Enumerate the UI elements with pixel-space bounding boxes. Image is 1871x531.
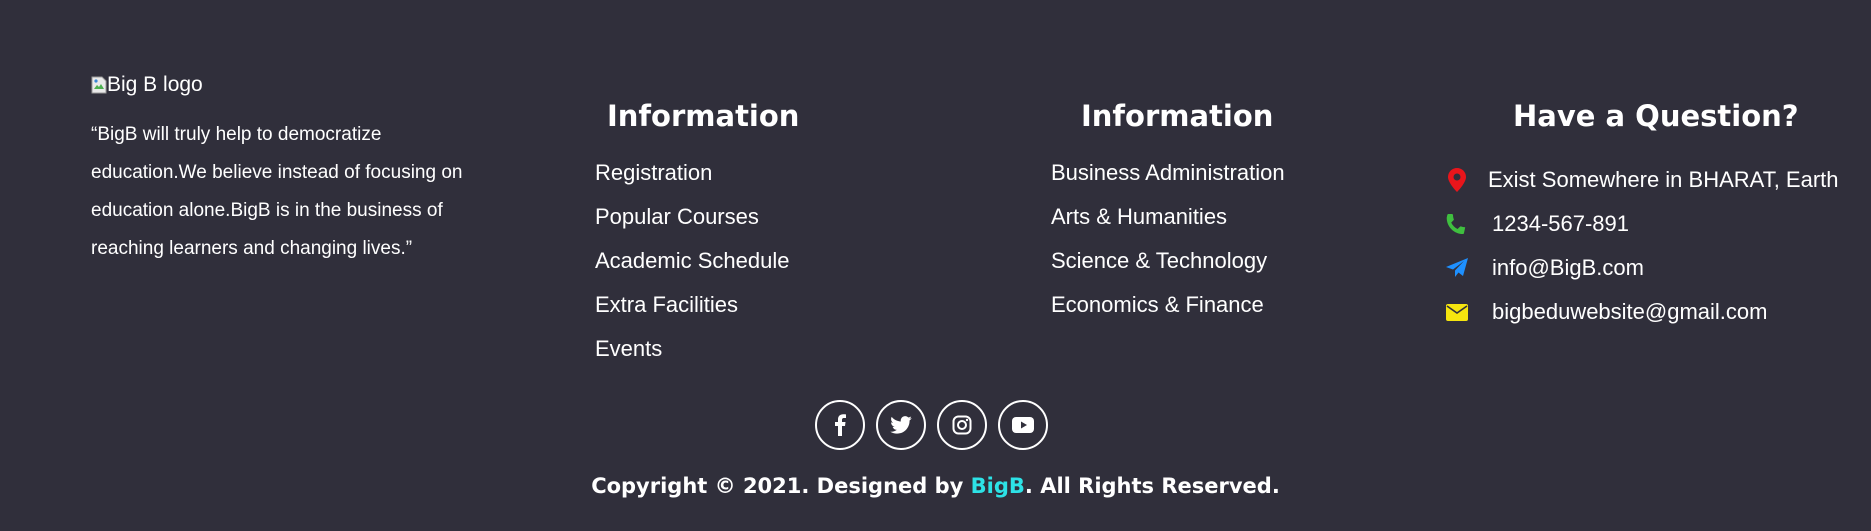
link-science-technology[interactable]: Science & Technology [1051,246,1285,290]
link-economics-finance[interactable]: Economics & Finance [1051,290,1285,334]
contact-address: Exist Somewhere in BHARAT, Earth [1444,158,1839,202]
contact-email[interactable]: info@BigB.com [1444,246,1839,290]
facebook-icon [835,414,846,436]
column-title: Information [607,99,800,133]
link-popular-courses[interactable]: Popular Courses [595,202,789,246]
copyright: Copyright © 2021. Designed by BigB. All … [0,470,1871,502]
youtube-icon [1012,417,1034,433]
brand-link[interactable]: BigB [971,474,1025,498]
information-column-2: Information Business Administration Arts… [1051,96,1285,334]
youtube-button[interactable] [998,400,1048,450]
email-text: info@BigB.com [1492,255,1644,280]
paper-plane-icon [1444,253,1470,283]
logo-alt-text: Big B logo [107,73,203,96]
map-pin-icon [1444,165,1470,195]
link-business-administration[interactable]: Business Administration [1051,158,1285,202]
contact-title: Have a Question? [1513,99,1799,133]
envelope-icon [1444,297,1470,327]
phone-icon [1444,209,1470,239]
link-arts-humanities[interactable]: Arts & Humanities [1051,202,1285,246]
contact-phone[interactable]: 1234-567-891 [1444,202,1839,246]
link-list: Registration Popular Courses Academic Sc… [595,158,789,378]
address-text: Exist Somewhere in BHARAT, Earth [1488,167,1839,192]
instagram-button[interactable] [937,400,987,450]
about-section: Big B logo “BigB will truly help to demo… [91,72,481,287]
link-events[interactable]: Events [595,334,789,378]
about-text: “BigB will truly help to democratize edu… [91,124,463,259]
site-footer: Big B logo “BigB will truly help to demo… [0,0,1871,531]
broken-image-icon [91,76,107,94]
logo[interactable]: Big B logo [91,72,481,98]
gmail-text: bigbeduwebsite@gmail.com [1492,299,1768,324]
contact-gmail[interactable]: bigbeduwebsite@gmail.com [1444,290,1839,334]
contact-section: Have a Question? Exist Somewhere in BHAR… [1444,96,1839,334]
social-links [815,400,1059,450]
link-extra-facilities[interactable]: Extra Facilities [595,290,789,334]
facebook-button[interactable] [815,400,865,450]
link-registration[interactable]: Registration [595,158,789,202]
information-column-1: Information Registration Popular Courses… [595,96,799,378]
link-academic-schedule[interactable]: Academic Schedule [595,246,789,290]
column-title: Information [1081,99,1274,133]
copyright-prefix: Copyright © 2021. Designed by [591,474,971,498]
link-list: Business Administration Arts & Humanitie… [1051,158,1285,334]
contact-list: Exist Somewhere in BHARAT, Earth 1234-56… [1444,158,1839,334]
copyright-suffix: . All Rights Reserved. [1024,474,1280,498]
instagram-icon [952,415,972,435]
phone-text: 1234-567-891 [1492,211,1630,236]
twitter-icon [890,416,912,434]
twitter-button[interactable] [876,400,926,450]
